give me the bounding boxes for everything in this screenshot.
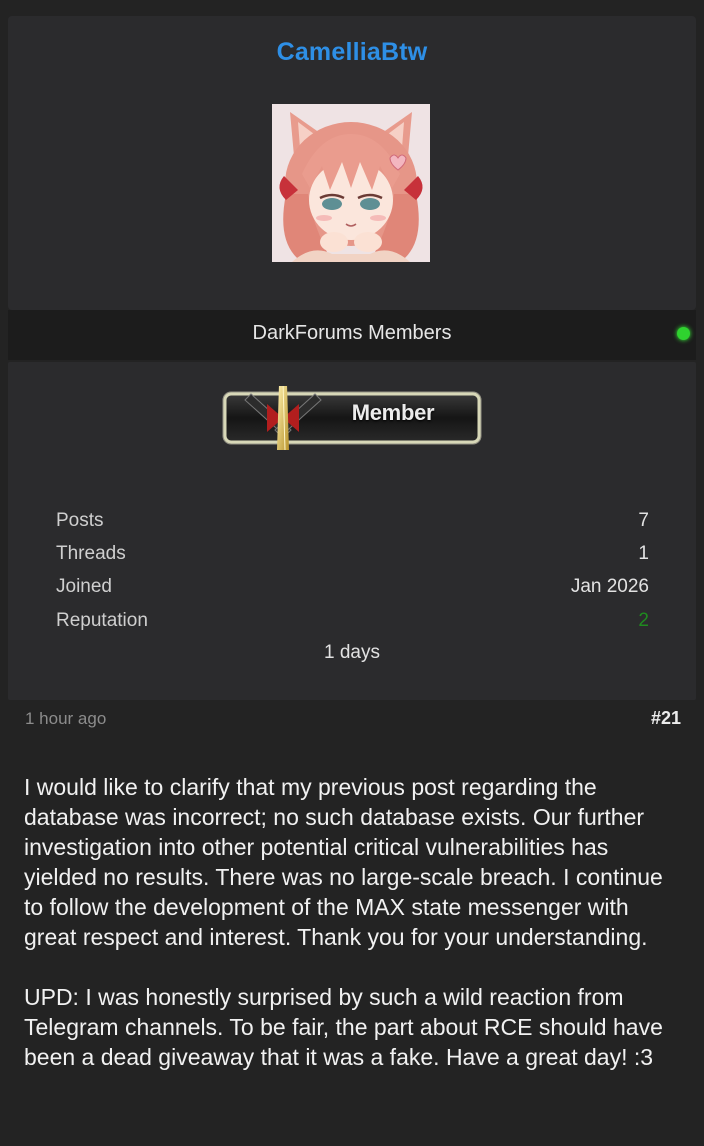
username-link[interactable]: CamelliaBtw bbox=[0, 38, 704, 67]
stat-joined-label: Joined bbox=[56, 576, 112, 597]
post-content: I would like to clarify that my previous… bbox=[24, 772, 684, 1102]
post-timestamp: 1 hour ago bbox=[25, 709, 107, 728]
stat-reputation-label: Reputation bbox=[56, 610, 148, 631]
membership-duration: 1 days bbox=[324, 642, 380, 663]
stat-joined-value: Jan 2026 bbox=[570, 576, 649, 597]
user-group-label: DarkForums Members bbox=[252, 322, 452, 344]
stat-posts-label: Posts bbox=[56, 510, 104, 531]
stat-threads-value: 1 bbox=[638, 543, 649, 564]
forum-post: CamelliaBtw DarkForums Members Member Po… bbox=[0, 0, 704, 1146]
rank-badge-label: Member bbox=[351, 400, 435, 425]
user-avatar[interactable] bbox=[272, 104, 430, 262]
post-paragraph: UPD: I was honestly surprised by such a … bbox=[24, 984, 663, 1070]
avatar-image bbox=[272, 104, 430, 262]
post-paragraph: I would like to clarify that my previous… bbox=[24, 774, 663, 950]
online-status-icon bbox=[677, 327, 690, 340]
post-permalink[interactable]: #21 bbox=[651, 708, 681, 729]
stat-threads-label: Threads bbox=[56, 543, 126, 564]
stat-reputation-value[interactable]: 2 bbox=[638, 610, 649, 632]
stat-posts-value: 7 bbox=[638, 510, 649, 531]
